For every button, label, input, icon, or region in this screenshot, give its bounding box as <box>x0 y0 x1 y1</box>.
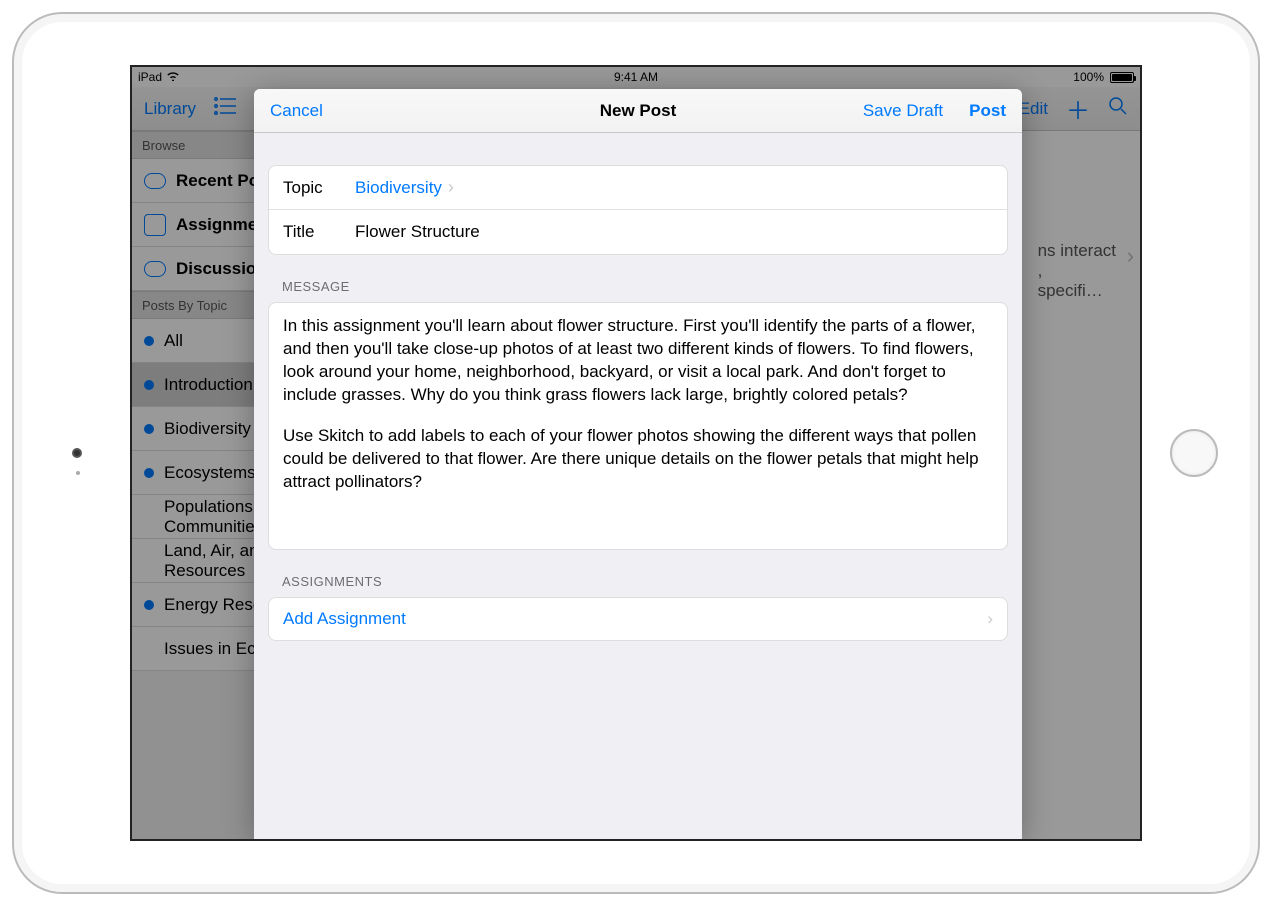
save-draft-button[interactable]: Save Draft <box>863 101 943 121</box>
message-textarea[interactable]: In this assignment you'll learn about fl… <box>268 302 1008 550</box>
sensor-dot-icon <box>76 471 80 475</box>
home-button[interactable] <box>1170 429 1218 477</box>
screen: iPad 9:41 AM 100% Library Edit ＋ <box>130 65 1142 841</box>
topic-value: Biodiversity <box>355 178 442 198</box>
title-label: Title <box>283 222 355 242</box>
message-paragraph: In this assignment you'll learn about fl… <box>283 315 993 407</box>
ipad-device-frame: iPad 9:41 AM 100% Library Edit ＋ <box>12 12 1260 894</box>
modal-title: New Post <box>600 101 677 121</box>
post-button[interactable]: Post <box>969 101 1006 121</box>
title-row[interactable]: Title Flower Structure <box>269 210 1007 254</box>
title-value: Flower Structure <box>355 222 480 242</box>
add-assignment-label: Add Assignment <box>283 609 406 629</box>
chevron-right-icon: › <box>448 177 454 198</box>
topic-row[interactable]: Topic Biodiversity › <box>269 166 1007 210</box>
modal-body: Topic Biodiversity › Title Flower Struct… <box>254 133 1022 839</box>
add-assignment-button[interactable]: Add Assignment › <box>268 597 1008 641</box>
new-post-modal: Cancel New Post Save Draft Post Topic Bi… <box>254 89 1022 839</box>
modal-header: Cancel New Post Save Draft Post <box>254 89 1022 133</box>
topic-label: Topic <box>283 178 355 198</box>
cancel-button[interactable]: Cancel <box>270 101 323 121</box>
message-section-label: MESSAGE <box>268 255 1008 302</box>
camera-icon <box>72 448 82 458</box>
message-paragraph: Use Skitch to add labels to each of your… <box>283 425 993 494</box>
post-meta-group: Topic Biodiversity › Title Flower Struct… <box>268 165 1008 255</box>
assignments-section-label: ASSIGNMENTS <box>268 550 1008 597</box>
chevron-right-icon: › <box>987 609 993 629</box>
